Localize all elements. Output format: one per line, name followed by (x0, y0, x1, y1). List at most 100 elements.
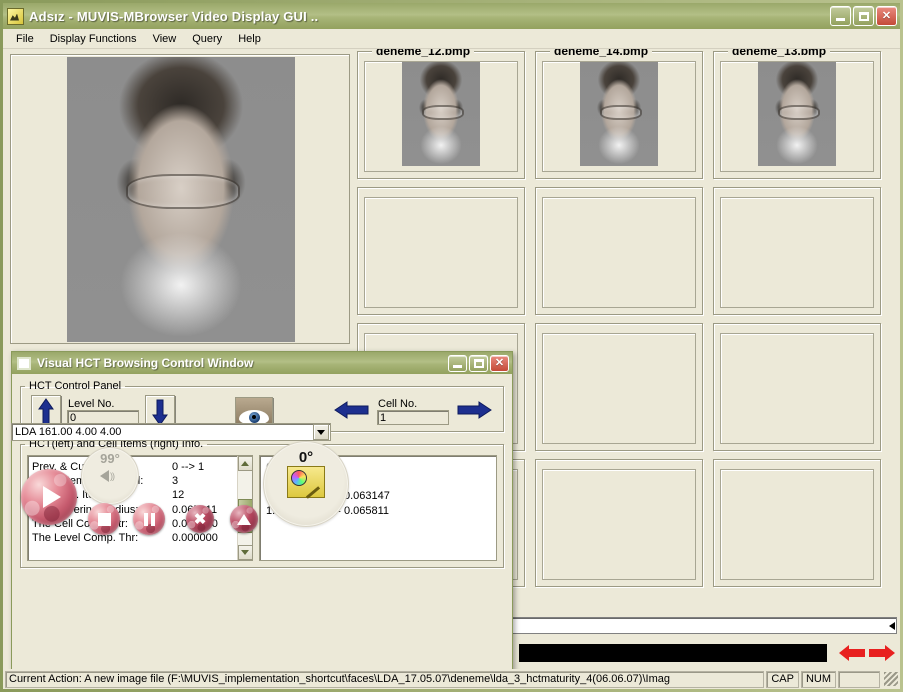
stop-button[interactable] (88, 503, 120, 535)
client-area: deneme_12.bmp deneme_14.bmp deneme_13.bm… (3, 49, 900, 669)
window-controls: ✕ (830, 6, 897, 26)
thumbnail-row (357, 187, 896, 315)
cell-no-label: Cell No. (378, 398, 418, 410)
close-icon: ✕ (494, 357, 505, 369)
feature-select-arrow[interactable] (313, 424, 329, 440)
media-controls: 99° )) ✖ 0° (3, 441, 355, 537)
resize-grip[interactable] (884, 672, 898, 686)
main-face-image (67, 57, 295, 342)
thumbnail-cell[interactable]: deneme_13.bmp (713, 49, 881, 179)
hct-window-title: Visual HCT Browsing Control Window (37, 356, 254, 370)
arrow-left-icon (334, 400, 369, 419)
previous-button[interactable] (837, 643, 867, 663)
eject-icon (237, 513, 251, 525)
chevron-down-icon (317, 429, 325, 435)
thumbnail-image (580, 62, 658, 166)
chevron-down-icon (241, 550, 249, 555)
status-num-indicator: NUM (800, 670, 836, 688)
eye-icon (236, 397, 272, 426)
feature-select-value: LDA 161.00 4.00 4.00 (15, 426, 122, 438)
play-icon (43, 486, 61, 508)
zoom-dial[interactable]: 0° (263, 441, 349, 527)
thumbnail-label: deneme_13.bmp (728, 49, 831, 58)
title-bar: Adsız - MUVIS-MBrowser Video Display GUI… (3, 3, 900, 29)
arrow-right-icon (457, 400, 492, 419)
window-title: Adsız - MUVIS-MBrowser Video Display GUI… (29, 8, 319, 24)
next-button[interactable] (867, 643, 897, 663)
maximize-button[interactable] (853, 6, 874, 26)
minimize-icon (836, 17, 845, 21)
thumbnail-row: deneme_12.bmp deneme_14.bmp deneme_13.bm… (357, 49, 896, 179)
thumbnail-cell[interactable]: deneme_14.bmp (535, 49, 703, 179)
menu-item-query[interactable]: Query (185, 31, 229, 47)
thumbnail-frame (542, 333, 696, 444)
pause-button[interactable] (133, 503, 165, 535)
menu-item-view[interactable]: View (146, 31, 184, 47)
thumbnail-frame (542, 469, 696, 580)
level-no-label: Level No. (68, 398, 115, 410)
cell-prev-button[interactable] (333, 399, 371, 425)
menu-item-help[interactable]: Help (231, 31, 268, 47)
eject-button[interactable] (230, 505, 258, 533)
menu-bar: File Display Functions View Query Help (3, 29, 900, 49)
minimize-icon (453, 365, 462, 368)
hct-maximize-button[interactable] (469, 355, 488, 372)
status-bar: Current Action: A new image file (F:\MUV… (3, 669, 900, 689)
scroll-down-button[interactable] (237, 545, 252, 560)
minimize-button[interactable] (830, 6, 851, 26)
status-message: Current Action: A new image file (F:\MUV… (5, 670, 765, 688)
maximize-icon (473, 359, 484, 368)
menu-item-file[interactable]: File (9, 31, 41, 47)
thumbnail-cell[interactable] (357, 187, 525, 315)
stop-icon (97, 512, 111, 526)
arrow-down-icon (152, 399, 168, 426)
maximize-icon (858, 11, 869, 21)
hct-window-controls: ✕ (448, 355, 509, 372)
thumbnail-cell[interactable] (535, 323, 703, 451)
level-no-field: Level No. (67, 398, 139, 425)
zoom-degrees: 0° (298, 449, 314, 466)
thumbnail-frame (364, 197, 518, 308)
arrow-up-icon (38, 397, 54, 424)
hct-minimize-button[interactable] (448, 355, 467, 372)
hct-control-panel-legend: HCT Control Panel (29, 380, 122, 392)
thumbnail-frame (542, 197, 696, 308)
application-window: Adsız - MUVIS-MBrowser Video Display GUI… (0, 0, 903, 692)
hct-window-icon (17, 356, 31, 370)
speaker-icon: )) (100, 469, 120, 483)
volume-degrees: 99° (100, 451, 120, 466)
thumbnail-frame (720, 197, 874, 308)
feature-select[interactable]: LDA 161.00 4.00 4.00 (11, 423, 331, 441)
progress-bar[interactable] (519, 644, 827, 662)
red-arrow-left-icon (839, 645, 865, 661)
thumbnail-label: deneme_14.bmp (550, 49, 653, 58)
thumbnail-image (758, 62, 836, 166)
main-image-frame[interactable] (10, 54, 350, 344)
pause-icon (143, 512, 156, 526)
thumbnail-frame (720, 333, 874, 444)
menu-item-display-functions[interactable]: Display Functions (43, 31, 144, 47)
thumbnail-cell[interactable] (713, 459, 881, 587)
hct-close-button[interactable]: ✕ (490, 355, 509, 372)
close-media-button[interactable]: ✖ (186, 505, 214, 533)
triangle-left-icon[interactable] (889, 621, 895, 630)
thumbnail-cell[interactable] (713, 323, 881, 451)
thumbnail-cell[interactable] (713, 187, 881, 315)
close-button[interactable]: ✕ (876, 6, 897, 26)
view-toggle-button[interactable] (235, 396, 273, 427)
image-zoom-icon[interactable] (287, 466, 325, 498)
thumbnail-cell[interactable] (535, 187, 703, 315)
status-cap-indicator: CAP (766, 670, 799, 688)
volume-dial[interactable]: 99° )) (81, 447, 139, 505)
thumbnail-cell[interactable] (535, 459, 703, 587)
close-icon: ✕ (881, 9, 892, 22)
play-button[interactable] (21, 469, 77, 525)
thumbnail-image (402, 62, 480, 166)
cell-no-input[interactable] (377, 410, 449, 425)
hct-title-bar: Visual HCT Browsing Control Window ✕ (12, 352, 512, 374)
thumbnail-cell[interactable]: deneme_12.bmp (357, 49, 525, 179)
status-blank-pane (838, 670, 880, 688)
red-arrow-right-icon (869, 645, 895, 661)
cell-next-button[interactable] (455, 399, 493, 425)
thumbnail-label: deneme_12.bmp (372, 49, 475, 58)
